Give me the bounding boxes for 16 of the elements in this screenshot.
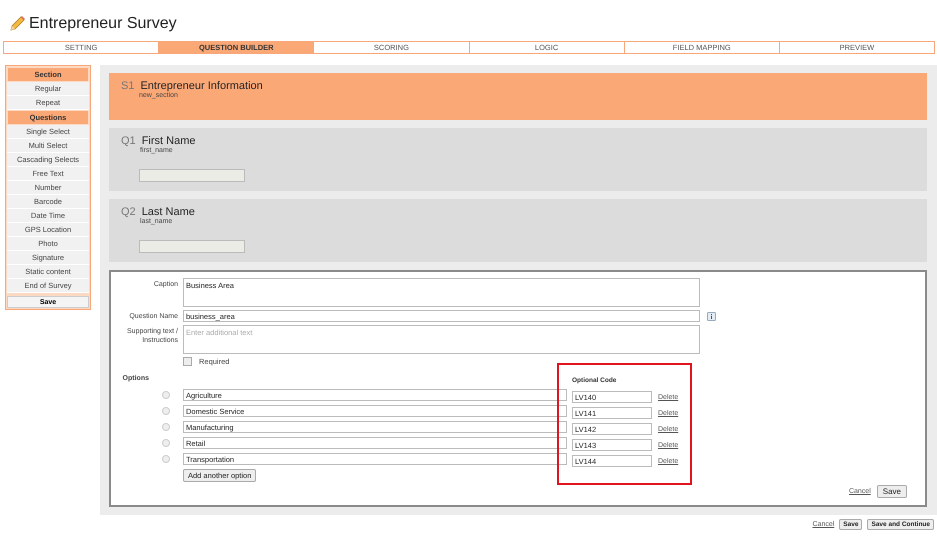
radio-button[interactable] [162,391,170,399]
question-title: First Name [142,135,196,147]
radio-button[interactable] [162,455,170,463]
save-button[interactable]: Save [876,485,907,498]
pencil-icon [8,15,26,33]
radio-button[interactable] [162,439,170,447]
question-number: Q1 [121,135,136,147]
question-number: Q2 [121,206,136,218]
info-icon[interactable] [707,312,716,321]
section-number: S1 [121,80,134,92]
radio-button[interactable] [162,407,170,415]
page-title: Entrepreneur Survey [29,15,177,33]
required-checkbox[interactable] [183,357,192,366]
question-title: Last Name [142,206,195,218]
radio-button[interactable] [162,423,170,431]
section-title: Entrepreneur Information [140,80,263,92]
